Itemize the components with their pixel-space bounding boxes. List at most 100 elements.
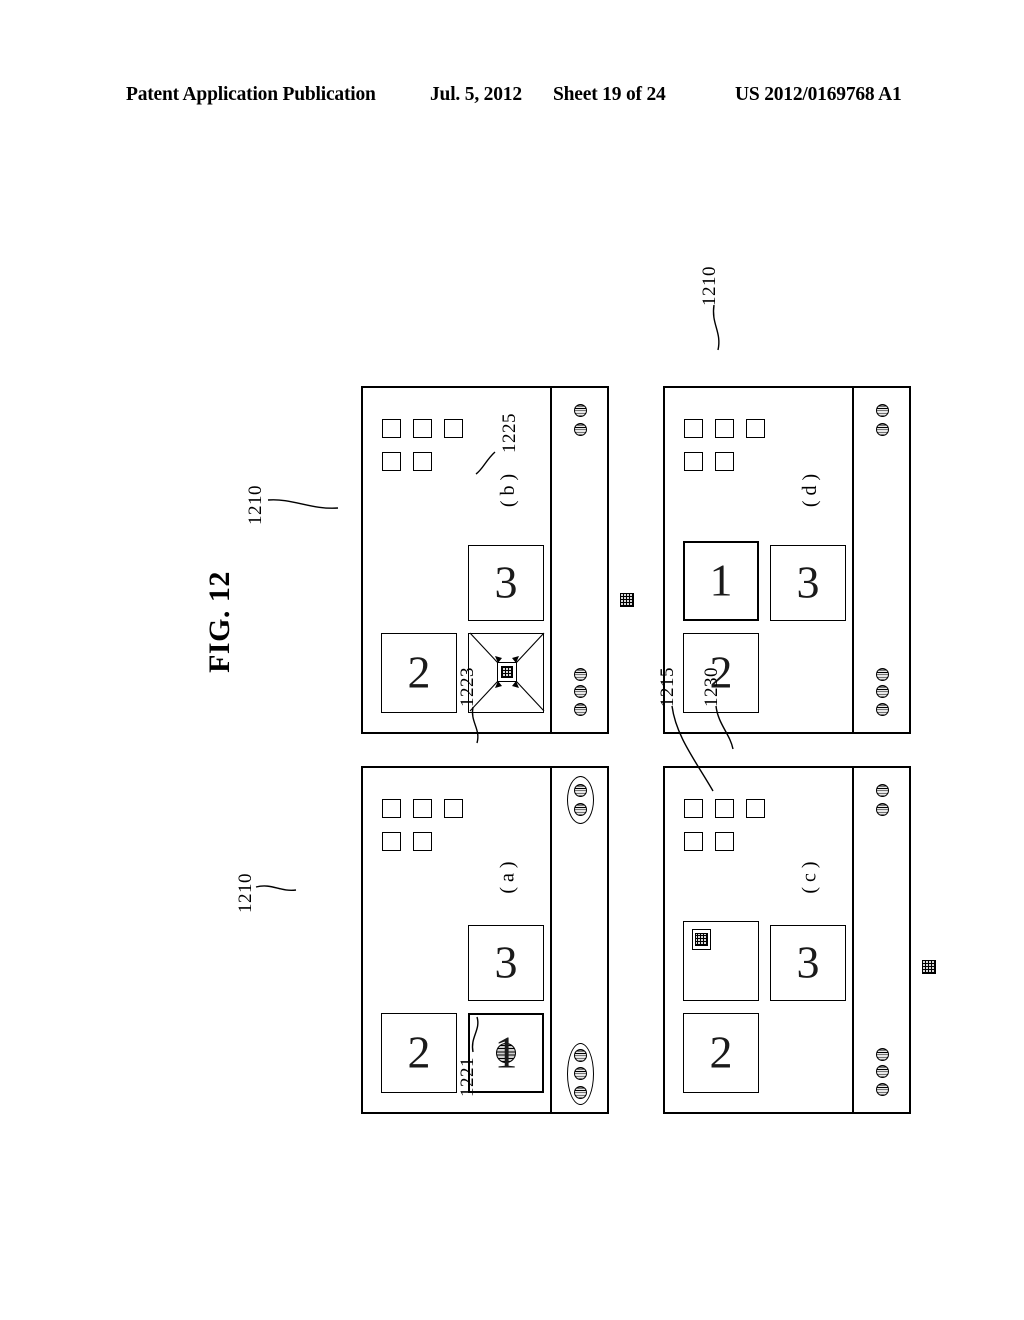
publication-title: Patent Application Publication [126,84,376,105]
control-key[interactable] [574,404,587,418]
ref-b-1225: 1225 [499,413,520,453]
control-key[interactable] [876,667,889,681]
panel-a: 2 1 3 [361,766,609,1114]
panel-c-window-2[interactable]: 2 [683,1013,759,1093]
panel-b-window-3[interactable]: 3 [468,545,544,621]
panel-d-tray-divider [852,386,854,734]
control-key[interactable] [574,685,587,699]
leader-b-1210 [267,499,339,509]
control-key[interactable] [574,703,587,717]
panel-a-window-1[interactable]: 1 [468,1013,544,1093]
control-key[interactable] [876,802,889,816]
panel-b-window-2[interactable]: 2 [381,633,457,713]
ref-a-1210: 1210 [235,873,256,913]
ref-a-1223: 1223 [457,667,478,707]
panel-b-detached-icon[interactable] [620,593,634,607]
panel-a-window-2[interactable]: 2 [381,1013,457,1093]
caption-panel-d: ( d ) [799,473,822,508]
panel-c-lower-control-group[interactable] [869,779,896,821]
panel-d-window-3-glyph: 3 [796,557,820,608]
control-key[interactable] [876,685,889,699]
control-key[interactable] [574,667,587,681]
panel-d-window-3[interactable]: 3 [770,545,846,621]
panel-c-tray-divider [852,766,854,1114]
panel-a-window-2-glyph: 2 [407,1027,431,1078]
panel-b-tray-button-4[interactable] [413,419,432,438]
panel-b-tray-button-5[interactable] [444,419,463,438]
ref-c-1215: 1215 [657,667,678,707]
panel-d-lower-control-group[interactable] [869,399,896,441]
panel-b-window-2-glyph: 2 [407,647,431,698]
ref-b-1210: 1210 [245,485,266,525]
control-key[interactable] [574,1049,587,1063]
panel-d-tray-button-3[interactable] [684,419,703,438]
panel-a-window-3[interactable]: 3 [468,925,544,1001]
control-key[interactable] [876,404,889,418]
panel-b: 2 3 [361,386,634,734]
panel-a-tray-button-4[interactable] [413,799,432,818]
panel-a-tray-divider [550,766,552,1114]
leader-d-1210 [712,304,720,351]
panel-c-tray-button-3[interactable] [684,799,703,818]
panel-a-lower-control-capsule[interactable] [567,776,594,824]
panel-d-tray-button-5[interactable] [746,419,765,438]
control-key[interactable] [876,1065,889,1079]
panel-c-window-target[interactable] [683,921,759,1001]
control-key[interactable] [574,1085,587,1099]
sheet-number: Sheet 19 of 24 [553,84,666,105]
panel-b-window-3-glyph: 3 [494,557,518,608]
control-key[interactable] [574,422,587,436]
grid-icon [501,666,513,678]
panel-a-tray-button-3[interactable] [382,799,401,818]
control-key[interactable] [876,1083,889,1097]
panel-a-upper-control-capsule[interactable] [567,1043,594,1105]
panel-d-window-1[interactable]: 1 [683,541,759,621]
panel-b-upper-control-group[interactable] [567,663,594,721]
panel-c-tray-button-5[interactable] [746,799,765,818]
panel-a-window-1-glyph: 1 [494,1027,518,1078]
panel-b-lower-control-group[interactable] [567,399,594,441]
figure-label: FIG. 12 [203,571,236,673]
publication-number: US 2012/0169768 A1 [735,84,902,105]
panel-d-upper-control-group[interactable] [869,663,896,721]
panel-b-tray-divider [550,386,552,734]
panel-c-window-3[interactable]: 3 [770,925,846,1001]
panel-a-window-3-glyph: 3 [494,937,518,988]
panel-d-window-1-glyph: 1 [709,555,733,606]
panel-c-dropped-chip[interactable] [692,929,711,950]
panel-c-tray-button-4[interactable] [715,799,734,818]
panel-c: 2 3 [663,766,936,1114]
panel-c-detached-icon[interactable] [922,960,936,974]
ref-c-1230: 1230 [701,667,722,707]
panel-a-tray-button-2[interactable] [413,832,432,851]
control-key[interactable] [574,783,587,797]
leader-a-1210 [255,885,297,891]
control-key[interactable] [876,1047,889,1061]
panel-c-tray-button-1[interactable] [684,832,703,851]
control-key[interactable] [876,703,889,717]
panel-a-tray-button-5[interactable] [444,799,463,818]
panel-b-window-shrinking[interactable] [468,632,545,713]
caption-panel-a: ( a ) [496,861,519,894]
panel-b-tray-button-2[interactable] [413,452,432,471]
panel-b-center-chip[interactable] [497,662,517,682]
panel-c-upper-control-group[interactable] [869,1043,896,1101]
publication-date: Jul. 5, 2012 [430,84,522,105]
panel-d-tray-button-4[interactable] [715,419,734,438]
panel-d-tray-button-2[interactable] [715,452,734,471]
caption-panel-b: ( b ) [497,473,520,508]
grid-icon [695,933,708,946]
panel-c-window-3-glyph: 3 [796,937,820,988]
panel-c-tray-button-2[interactable] [715,832,734,851]
panel-b-tray-button-1[interactable] [382,452,401,471]
control-key[interactable] [574,1067,587,1081]
control-key[interactable] [876,784,889,798]
control-key[interactable] [574,803,587,817]
panel-b-tray-button-3[interactable] [382,419,401,438]
panel-c-window-2-glyph: 2 [709,1027,733,1078]
panel-a-tray-button-1[interactable] [382,832,401,851]
panel-d-tray-button-1[interactable] [684,452,703,471]
caption-panel-c: ( c ) [798,861,821,894]
ref-d-1210: 1210 [699,266,720,306]
control-key[interactable] [876,422,889,436]
